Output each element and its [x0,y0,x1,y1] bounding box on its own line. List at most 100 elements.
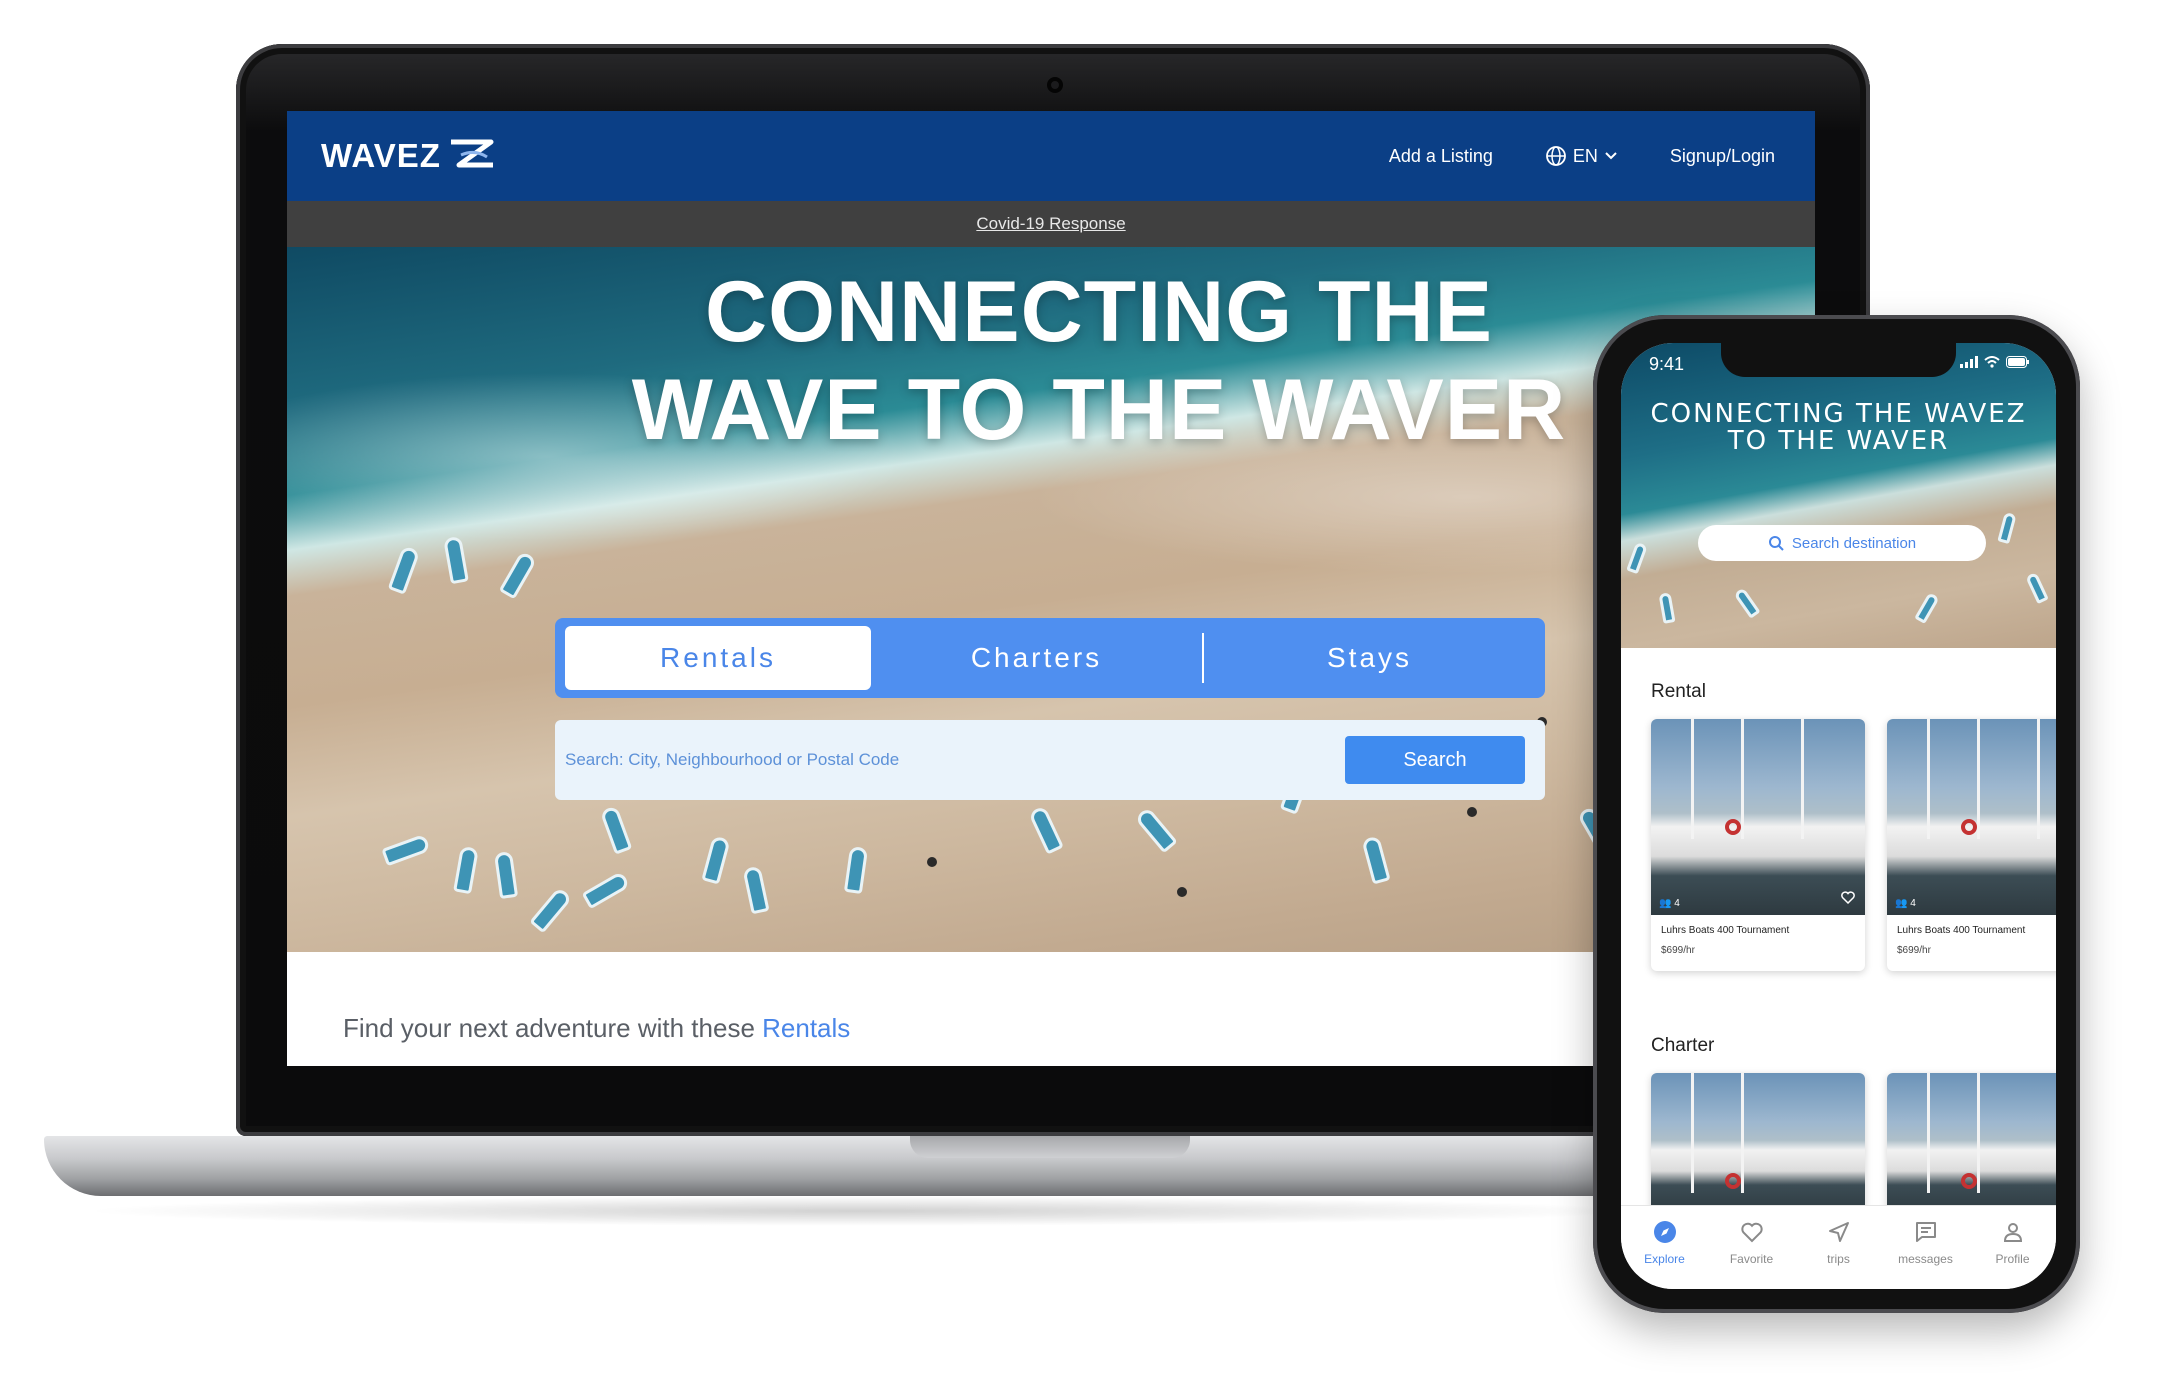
person-decoration [1177,887,1187,897]
boat-decoration [387,545,421,595]
charter-card[interactable] [1651,1073,1865,1213]
search-bar: Search: City, Neighbourhood or Postal Co… [555,720,1545,800]
top-navbar: WAVEZ Add a Listing EN Signup/Login [287,111,1815,201]
charter-card[interactable] [1887,1073,2056,1213]
boat-decoration [493,850,519,900]
tab-messages[interactable]: messages [1891,1220,1961,1289]
boat-decoration [529,886,573,934]
boat-decoration [1361,835,1391,885]
users-icon: 👥 [1659,898,1672,909]
boat-decoration [581,870,631,910]
category-tabs: Rentals Charters Stays [555,618,1545,698]
nav-right-group: Add a Listing EN Signup/Login [1389,145,1775,167]
compass-icon [1653,1221,1676,1243]
boat-decoration [443,535,469,585]
search-button[interactable]: Search [1345,736,1525,784]
tab-messages-label: messages [1898,1252,1953,1266]
find-adventure-text: Find your next adventure with these [343,1013,755,1043]
tab-favorite[interactable]: Favorite [1717,1220,1787,1289]
boat-decoration [1733,587,1761,619]
mast-decoration [1927,1073,1930,1193]
language-label: EN [1572,145,1598,166]
boat-decoration [599,805,633,855]
person-decoration [927,857,937,867]
tab-profile-label: Profile [1995,1252,2030,1266]
mobile-hero-title: CONNECTING THE WAVEZ TO THE WAVER [1621,401,2056,455]
mobile-screen: 9:41 CONNECTING THE WAVEZ TO THE WAVER S… [1621,343,2056,1289]
find-adventure-accent[interactable]: Rentals [762,1013,850,1043]
guests-count: 👥 4 [1659,898,1680,909]
logo-text: WAVEZ [321,137,441,174]
mobile-search-placeholder: Search destination [1791,534,1917,552]
mobile-search-input[interactable]: Search destination [1698,525,1986,561]
user-icon [2003,1223,2022,1242]
boat-photo [1651,1073,1865,1213]
desktop-screen: WAVEZ Add a Listing EN Signup/Login Covi… [287,111,1815,1066]
tab-profile[interactable]: Profile [1978,1220,2048,1289]
heart-icon[interactable] [1841,891,1855,909]
card-title: Luhrs Boats 400 Tournament [1897,925,2026,936]
mast-decoration [1977,719,1980,839]
laptop-opening-notch [910,1136,1190,1158]
language-selector[interactable]: EN [1545,145,1618,167]
mockup-stage: WAVEZ Add a Listing EN Signup/Login Covi… [0,0,2164,1392]
hero-title-line1: CONNECTING THE [705,264,1493,360]
covid-banner: Covid-19 Response [287,201,1815,247]
section-title-rental: Rental [1651,681,1706,702]
person-decoration [1467,807,1477,817]
mobile-hero-title-line2: TO THE WAVER [1727,426,1950,456]
bottom-tab-bar: Explore Favorite trips messages Profile [1621,1205,2056,1289]
boat-decoration [498,550,538,600]
laptop-shadow [80,1196,1640,1226]
guests-count: 👥 4 [1895,898,1916,909]
hero-title: CONNECTING THE WAVE TO THE WAVER [287,263,1815,459]
add-listing-link[interactable]: Add a Listing [1389,146,1493,167]
boat-decoration [1626,541,1648,575]
boat-decoration [1658,592,1676,624]
wifi-icon [1984,356,2000,368]
hero-section: CONNECTING THE WAVE TO THE WAVER Rentals… [287,247,1815,952]
signup-login-link[interactable]: Signup/Login [1670,146,1775,167]
mast-decoration [2037,719,2040,839]
rental-card[interactable]: 👥 4 Luhrs Boats 400 Tournament $699/hr [1887,719,2056,971]
covid-response-link[interactable]: Covid-19 Response [976,214,1125,234]
message-icon [1915,1222,1936,1242]
heart-icon [1740,1222,1763,1243]
life-ring-decoration [1961,1173,1977,1189]
life-ring-decoration [1725,819,1741,835]
boat-photo [1887,1073,2056,1213]
send-icon [1828,1222,1849,1242]
boat-decoration [2025,571,2049,605]
search-input[interactable]: Search: City, Neighbourhood or Postal Co… [565,750,1345,770]
laptop-base [44,1136,1664,1196]
mast-decoration [1741,719,1744,839]
tab-explore-label: Explore [1644,1252,1685,1266]
tab-trips-label: trips [1827,1252,1850,1266]
rental-card[interactable]: 👥 4 Luhrs Boats 400 Tournament $699/hr [1651,719,1865,971]
boat-decoration [1134,806,1178,854]
wave-z-icon [450,139,494,168]
life-ring-decoration [1725,1173,1741,1189]
status-icons [1960,356,2030,368]
wavez-logo[interactable]: WAVEZ [321,137,497,175]
tab-charters[interactable]: Charters [871,626,1202,690]
mast-decoration [1927,719,1930,839]
life-ring-decoration [1961,819,1977,835]
mast-decoration [1691,1073,1694,1193]
search-icon [1768,536,1784,551]
card-price: $699/hr [1897,945,1931,956]
find-adventure-heading: Find your next adventure with these Rent… [343,1013,850,1044]
status-time: 9:41 [1649,354,1685,374]
laptop-camera [1047,77,1063,93]
tab-rentals[interactable]: Rentals [565,626,871,690]
tab-explore[interactable]: Explore [1630,1220,1700,1289]
boat-decoration [1028,805,1064,855]
mast-decoration [1801,719,1804,839]
mast-decoration [1691,719,1694,839]
mobile-hero: 9:41 CONNECTING THE WAVEZ TO THE WAVER S… [1621,343,2056,648]
phone-notch [1721,343,1956,377]
boat-photo: 👥 4 [1887,719,2056,915]
boat-photo: 👥 4 [1651,719,1865,915]
tab-stays[interactable]: Stays [1204,626,1535,690]
tab-trips[interactable]: trips [1804,1220,1874,1289]
